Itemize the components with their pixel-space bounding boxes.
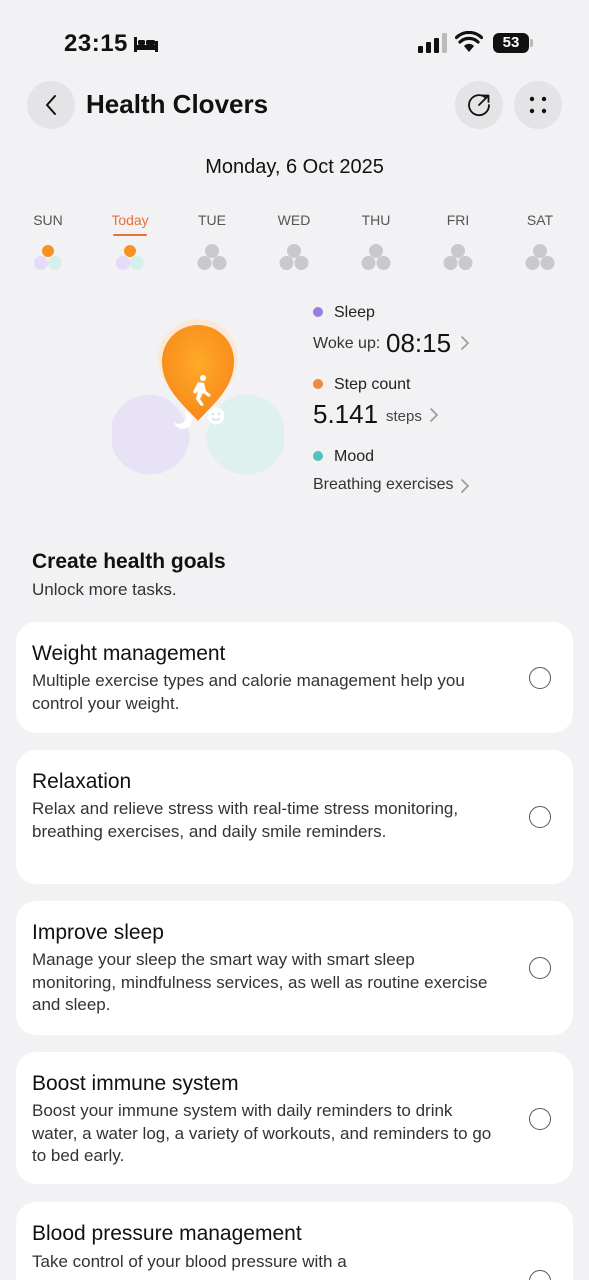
page-title: Health Clovers <box>86 89 269 119</box>
day-fri[interactable]: FRI <box>417 210 499 274</box>
day-thu[interactable]: THU <box>335 210 417 274</box>
signal-icon <box>418 33 447 53</box>
week-strip: SUN Today TUE WED THU FRI SAT <box>7 210 582 274</box>
clover-partial-icon <box>34 245 62 270</box>
clover-empty-icon <box>525 244 555 270</box>
breathing-exercises-link[interactable]: Breathing exercises <box>313 476 454 494</box>
steps-label: Step count <box>334 376 411 393</box>
day-label: THU <box>361 212 391 228</box>
sleep-label: Sleep <box>334 304 375 321</box>
clover-empty-icon <box>361 244 391 270</box>
day-wed[interactable]: WED <box>253 210 335 274</box>
day-sun[interactable]: SUN <box>7 210 89 274</box>
more-dots-icon <box>529 96 547 114</box>
steps-value[interactable]: 5.141 <box>313 399 378 430</box>
chevron-right-icon[interactable] <box>460 478 470 494</box>
smile-icon <box>207 407 225 425</box>
clover-empty-icon <box>443 244 473 270</box>
mood-dot <box>313 451 323 461</box>
chevron-right-icon[interactable] <box>429 407 439 423</box>
share-icon <box>468 94 490 117</box>
health-clover-graphic[interactable] <box>112 315 284 475</box>
more-options-button[interactable] <box>514 81 562 129</box>
day-sat[interactable]: SAT <box>499 210 581 274</box>
bed-icon <box>134 37 158 52</box>
goal-card-boost-immune-system[interactable]: Boost immune system Boost your immune sy… <box>16 1052 573 1184</box>
clover-empty-icon <box>279 244 309 270</box>
status-bar: 23:15 53 <box>0 0 589 86</box>
goal-radio[interactable] <box>529 1270 551 1280</box>
goal-card-improve-sleep[interactable]: Improve sleep Manage your sleep the smar… <box>16 901 573 1035</box>
steps-unit: steps <box>386 408 422 425</box>
goal-title: Weight management <box>32 642 226 665</box>
goal-title: Boost immune system <box>32 1072 239 1095</box>
goal-description: Take control of your blood pressure with… <box>32 1252 347 1271</box>
steps-dot <box>313 379 323 389</box>
day-tue[interactable]: TUE <box>171 210 253 274</box>
day-label: SUN <box>33 212 63 228</box>
day-label: TUE <box>198 212 226 228</box>
chevron-left-icon <box>46 95 56 115</box>
goal-description: Multiple exercise types and calorie mana… <box>32 671 465 713</box>
day-label: SAT <box>526 212 554 228</box>
day-today[interactable]: Today <box>89 210 171 274</box>
goal-radio[interactable] <box>529 1108 551 1130</box>
share-button[interactable] <box>455 81 503 129</box>
chevron-right-icon[interactable] <box>460 335 470 351</box>
goal-title: Blood pressure management <box>32 1222 302 1245</box>
day-label: FRI <box>446 212 470 228</box>
woke-up-time[interactable]: 08:15 <box>386 328 451 359</box>
today-underline <box>113 234 147 236</box>
clover-partial-icon <box>116 245 144 270</box>
mood-label: Mood <box>334 448 375 465</box>
goal-card-weight-management[interactable]: Weight management Multiple exercise type… <box>16 622 573 733</box>
battery-level: 53 <box>493 33 529 53</box>
goals-section-title: Create health goals <box>32 550 226 573</box>
status-time: 23:15 <box>64 30 128 57</box>
goal-description: Relax and relieve stress with real-time … <box>32 799 459 841</box>
goal-title: Relaxation <box>32 770 132 793</box>
day-label: WED <box>277 212 311 228</box>
day-label: Today <box>111 212 149 228</box>
woke-up-label: Woke up: <box>313 335 381 352</box>
goal-radio[interactable] <box>529 957 551 979</box>
wifi-icon <box>455 31 483 52</box>
goal-card-relaxation[interactable]: Relaxation Relax and relieve stress with… <box>16 750 573 884</box>
goal-title: Improve sleep <box>32 921 164 944</box>
goal-card-blood-pressure-management[interactable]: Blood pressure management Take control o… <box>16 1202 573 1280</box>
date-label[interactable]: Monday, 6 Oct 2025 <box>0 156 589 179</box>
goal-radio[interactable] <box>529 806 551 828</box>
back-button[interactable] <box>27 81 75 129</box>
goal-description: Manage your sleep the smart way with sma… <box>32 950 488 1014</box>
goals-section-subtitle: Unlock more tasks. <box>32 580 177 599</box>
battery-indicator: 53 <box>493 33 533 53</box>
clover-empty-icon <box>197 244 227 270</box>
goal-description: Boost your immune system with daily remi… <box>32 1101 492 1165</box>
goal-radio[interactable] <box>529 667 551 689</box>
sleep-dot <box>313 307 323 317</box>
